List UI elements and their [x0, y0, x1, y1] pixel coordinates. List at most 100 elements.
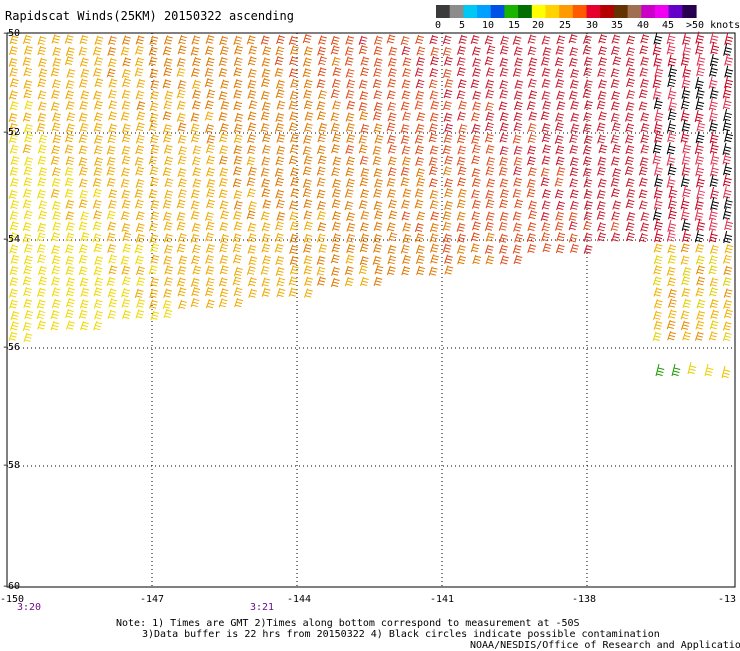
wind-barb	[93, 111, 103, 122]
wind-barb	[22, 188, 32, 198]
wind-barb	[164, 276, 173, 286]
wind-barb	[23, 165, 33, 176]
wind-barb	[638, 189, 648, 199]
wind-barb	[23, 89, 33, 99]
wind-barb	[695, 287, 705, 297]
wind-barb	[554, 56, 564, 67]
wind-barb	[344, 56, 354, 66]
wind-barb	[402, 188, 412, 198]
wind-barb	[205, 45, 214, 55]
wind-barb	[442, 100, 452, 110]
wind-barb	[92, 177, 102, 187]
wind-barb	[372, 78, 382, 89]
wind-barb	[570, 100, 579, 110]
wind-barb	[681, 86, 691, 99]
wind-barb	[92, 199, 102, 209]
wind-barb	[499, 67, 509, 77]
wind-barb	[472, 254, 482, 265]
wind-barb	[218, 67, 228, 78]
wind-barb	[653, 243, 663, 253]
wind-barb	[499, 45, 509, 55]
wind-barb	[135, 57, 144, 67]
wind-barb	[723, 308, 733, 319]
wind-barb	[612, 200, 622, 210]
wind-barb	[79, 299, 89, 309]
wind-barb	[65, 123, 75, 133]
wind-barb	[93, 321, 103, 331]
wind-barb	[177, 167, 187, 178]
wind-barb	[485, 255, 495, 265]
wind-barb	[471, 167, 481, 178]
wind-barb	[429, 222, 439, 233]
wind-barb	[611, 211, 620, 221]
wind-barb	[358, 79, 368, 89]
wind-barb	[456, 56, 466, 66]
wind-barb	[626, 77, 635, 88]
wind-barb	[9, 77, 19, 88]
wind-barb	[121, 155, 131, 165]
wind-barb	[303, 134, 312, 144]
wind-barb	[638, 177, 648, 187]
wind-barb	[148, 121, 158, 132]
wind-barb	[176, 57, 186, 67]
wind-barb	[22, 56, 32, 66]
wind-barb	[456, 133, 466, 144]
wind-barb	[262, 45, 272, 56]
wind-barb	[358, 134, 368, 144]
wind-barb	[78, 265, 88, 276]
wind-barb	[78, 309, 88, 319]
wind-barb	[541, 222, 551, 232]
graticule	[7, 33, 735, 587]
wind-barb	[708, 76, 718, 89]
wind-barb	[680, 208, 690, 221]
wind-barb	[358, 264, 368, 275]
wind-barb	[302, 33, 312, 44]
wind-barb	[709, 119, 718, 132]
wind-barb	[318, 35, 327, 45]
wind-barb	[428, 177, 438, 188]
wind-barb	[191, 67, 200, 78]
wind-barb	[652, 276, 662, 286]
wind-barb	[415, 79, 425, 89]
wind-barb	[358, 101, 368, 112]
wind-barb	[457, 78, 467, 89]
wind-barb	[582, 45, 592, 55]
wind-barb	[8, 112, 18, 123]
wind-barb	[289, 211, 299, 221]
wind-barb	[177, 177, 187, 188]
wind-barb	[37, 222, 47, 232]
wind-barb	[50, 101, 60, 111]
wind-barb	[178, 188, 187, 199]
wind-barb	[78, 144, 88, 155]
lat-label-58: -58	[2, 460, 21, 471]
wind-barb	[556, 166, 566, 176]
wind-barb	[275, 122, 284, 133]
wind-barb	[625, 101, 635, 111]
wind-barb	[218, 188, 228, 199]
wind-barb	[526, 155, 536, 166]
wind-barb	[723, 299, 732, 309]
wind-barb	[288, 287, 298, 297]
wind-barb	[387, 101, 397, 111]
wind-barb	[400, 35, 410, 46]
wind-barb	[233, 133, 243, 144]
wind-barb	[163, 233, 173, 243]
wind-barb	[303, 122, 313, 132]
wind-barb	[136, 111, 146, 121]
legend-label-40: 40	[637, 20, 650, 31]
wind-barb	[177, 232, 187, 243]
wind-barb	[442, 243, 452, 253]
wind-barb	[275, 189, 285, 199]
wind-barb	[330, 277, 340, 288]
wind-barb	[653, 287, 663, 297]
wind-barb	[360, 210, 370, 220]
wind-barb	[470, 78, 480, 89]
wind-barb	[121, 133, 131, 143]
wind-barb	[36, 122, 46, 132]
wind-barb	[316, 177, 326, 187]
wind-barb	[78, 133, 88, 144]
wind-barb	[220, 79, 230, 89]
wind-barb	[722, 276, 732, 287]
wind-barb	[554, 221, 564, 231]
wind-barb	[23, 67, 33, 77]
